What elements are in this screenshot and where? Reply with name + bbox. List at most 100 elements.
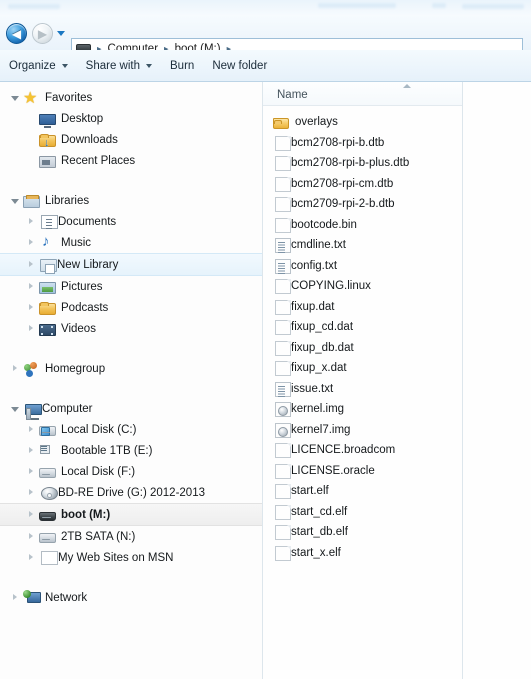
chevron-collapsed-icon[interactable] — [26, 302, 37, 313]
toolbar-item-burn[interactable]: Burn — [161, 54, 203, 78]
sidebar-item-local-disk-f[interactable]: Local Disk (F:) — [0, 461, 262, 482]
list-item-label: bcm2708-rpi-b-plus.dtb — [291, 157, 410, 170]
list-item-label: config.txt — [291, 259, 338, 272]
list-item[interactable]: bcm2708-rpi-b-plus.dtb — [263, 153, 462, 174]
file-icon — [275, 504, 291, 520]
sidebar-item-local-disk-c-label: Local Disk (C:) — [61, 423, 137, 436]
file-icon — [275, 217, 291, 233]
list-item-label: fixup_cd.dat — [291, 321, 354, 334]
tree-group-libraries-label: Libraries — [45, 194, 90, 207]
file-icon — [275, 484, 291, 500]
chevron-expanded-icon[interactable] — [10, 403, 21, 414]
chevron-collapsed-icon[interactable] — [26, 466, 37, 477]
list-item[interactable]: bcm2709-rpi-2-b.dtb — [263, 194, 462, 215]
tree-group-computer[interactable]: Computer — [0, 398, 262, 420]
sidebar-item-bootable-1tb-e[interactable]: Bootable 1TB (E:) — [0, 440, 262, 461]
sidebar-item-downloads[interactable]: Downloads — [0, 129, 262, 150]
chevron-collapsed-icon[interactable] — [26, 216, 37, 227]
chevron-collapsed-icon[interactable] — [26, 424, 37, 435]
sidebar-item-pictures[interactable]: Pictures — [0, 276, 262, 297]
sidebar-item-new-library[interactable]: New Library — [0, 253, 262, 276]
sidebar-item-recent-places[interactable]: Recent Places — [0, 150, 262, 171]
tree-group-favorites[interactable]: Favorites — [0, 87, 262, 108]
list-item[interactable]: fixup_x.dat — [263, 358, 462, 379]
toolbar-item-organize[interactable]: Organize — [0, 54, 77, 78]
navigation-pane: Favorites Desktop Downloads Recent Place… — [0, 82, 262, 679]
list-item[interactable]: kernel.img — [263, 399, 462, 420]
list-item[interactable]: COPYING.linux — [263, 276, 462, 297]
documents-icon — [41, 215, 58, 229]
chevron-collapsed-icon[interactable] — [26, 487, 37, 498]
chevron-collapsed-icon[interactable] — [26, 323, 37, 334]
chevron-collapsed-icon[interactable] — [26, 237, 37, 248]
forward-arrow-icon: ▶ — [37, 26, 48, 41]
recent-pages-dropdown-icon[interactable] — [57, 31, 65, 36]
file-icon — [275, 320, 291, 336]
list-item[interactable]: overlays — [263, 112, 462, 133]
tree-group-libraries[interactable]: Libraries — [0, 190, 262, 211]
disc-image-icon — [275, 402, 291, 418]
toolbar-item-organize-label: Organize — [9, 59, 56, 72]
sidebar-item-boot-m[interactable]: boot (M:) — [0, 503, 262, 526]
chevron-collapsed-icon[interactable] — [26, 445, 37, 456]
sidebar-item-desktop-label: Desktop — [61, 112, 104, 125]
sidebar-item-videos-label: Videos — [61, 322, 96, 335]
sidebar-item-local-disk-c[interactable]: Local Disk (C:) — [0, 419, 262, 440]
list-item[interactable]: fixup_cd.dat — [263, 317, 462, 338]
list-item[interactable]: config.txt — [263, 256, 462, 277]
file-list: overlays bcm2708-rpi-b.dtb bcm2708-rpi-b… — [263, 82, 462, 563]
chevron-collapsed-icon[interactable] — [26, 509, 37, 520]
list-item[interactable]: LICENCE.broadcom — [263, 440, 462, 461]
tree-group-network[interactable]: Network — [0, 587, 262, 608]
chevron-expanded-icon[interactable] — [10, 92, 21, 103]
sidebar-item-bd-re-drive-g-label: BD-RE Drive (G:) 2012-2013 — [58, 486, 205, 499]
toolbar-item-new-folder[interactable]: New folder — [203, 54, 276, 78]
toolbar-item-share-with[interactable]: Share with — [77, 54, 161, 78]
sidebar-item-documents[interactable]: Documents — [0, 211, 262, 232]
chevron-collapsed-icon[interactable] — [10, 363, 21, 374]
chevron-collapsed-icon[interactable] — [26, 552, 37, 563]
sidebar-item-bd-re-drive-g[interactable]: BD-RE Drive (G:) 2012-2013 — [0, 482, 262, 503]
sidebar-item-desktop[interactable]: Desktop — [0, 108, 262, 129]
sidebar-item-videos[interactable]: Videos — [0, 318, 262, 339]
list-item[interactable]: start_cd.elf — [263, 502, 462, 523]
sidebar-item-my-web-sites-on-msn-label: My Web Sites on MSN — [58, 551, 174, 564]
sidebar-item-podcasts[interactable]: Podcasts — [0, 297, 262, 318]
chevron-collapsed-icon[interactable] — [26, 281, 37, 292]
forward-button[interactable]: ▶ — [32, 23, 53, 44]
explorer-window: ◀ ▶ ▸ Computer ▸ boot (M:) ▸ Organize Sh… — [0, 0, 531, 679]
list-item[interactable]: fixup_db.dat — [263, 338, 462, 359]
window-chrome-strip — [0, 0, 531, 16]
sidebar-item-my-web-sites-on-msn[interactable]: My Web Sites on MSN — [0, 547, 262, 568]
tree-group-homegroup[interactable]: Homegroup — [0, 358, 262, 379]
chevron-down-icon — [61, 63, 68, 68]
list-item[interactable]: bcm2708-rpi-b.dtb — [263, 133, 462, 154]
list-item[interactable]: issue.txt — [263, 379, 462, 400]
sidebar-item-boot-m-label: boot (M:) — [61, 508, 111, 521]
chevron-collapsed-icon[interactable] — [26, 259, 37, 270]
list-item-label: bcm2708-rpi-cm.dtb — [291, 177, 394, 190]
list-item[interactable]: start.elf — [263, 481, 462, 502]
network-icon — [23, 589, 41, 606]
chevron-expanded-icon[interactable] — [10, 195, 21, 206]
list-item-label: start_x.elf — [291, 546, 341, 559]
list-item[interactable]: cmdline.txt — [263, 235, 462, 256]
list-item[interactable]: kernel7.img — [263, 420, 462, 441]
list-item[interactable]: LICENSE.oracle — [263, 461, 462, 482]
sidebar-item-music[interactable]: Music — [0, 232, 262, 253]
list-item[interactable]: bcm2708-rpi-cm.dtb — [263, 174, 462, 195]
list-item[interactable]: start_x.elf — [263, 543, 462, 564]
list-item[interactable]: start_db.elf — [263, 522, 462, 543]
sidebar-item-bootable-1tb-e-label: Bootable 1TB (E:) — [61, 444, 153, 457]
sidebar-item-documents-label: Documents — [58, 215, 117, 228]
optical-disc-icon — [41, 487, 58, 500]
file-icon — [275, 525, 291, 541]
sidebar-item-2tb-sata-n[interactable]: 2TB SATA (N:) — [0, 526, 262, 547]
list-item[interactable]: fixup.dat — [263, 297, 462, 318]
chevron-collapsed-icon[interactable] — [26, 531, 37, 542]
file-icon — [275, 135, 291, 151]
list-item[interactable]: bootcode.bin — [263, 215, 462, 236]
back-button[interactable]: ◀ — [6, 23, 27, 44]
chevron-collapsed-icon[interactable] — [10, 592, 21, 603]
file-icon — [275, 463, 291, 479]
